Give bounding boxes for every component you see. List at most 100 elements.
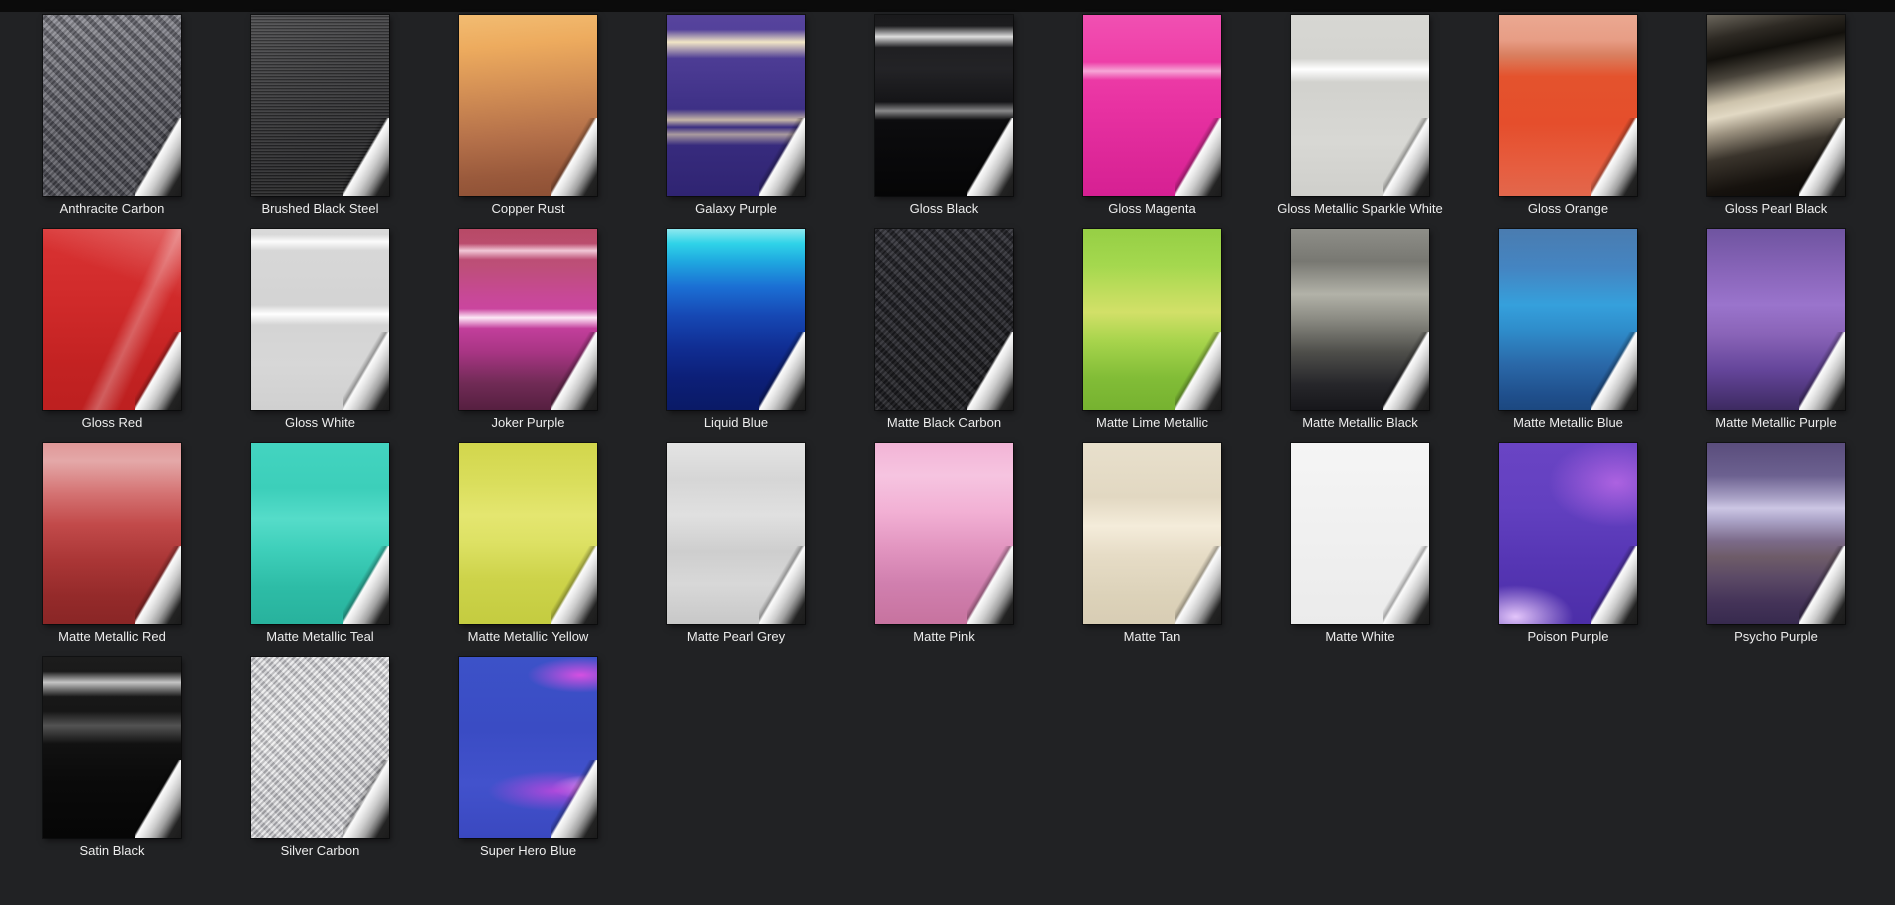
swatch-cell: Galaxy Purple	[667, 15, 805, 217]
swatch-cell: Matte White	[1291, 443, 1429, 645]
swatch-label: Anthracite Carbon	[60, 201, 165, 217]
swatch-gloss-white[interactable]	[251, 229, 389, 410]
swatch-matte-metallic-purple[interactable]	[1707, 229, 1845, 410]
swatch-label: Poison Purple	[1528, 629, 1609, 645]
page-curl-icon	[1591, 118, 1637, 196]
page-curl-icon	[1383, 332, 1429, 410]
swatch-cell: Matte Pink	[875, 443, 1013, 645]
swatch-cell: Matte Black Carbon	[875, 229, 1013, 431]
page-curl-icon	[551, 118, 597, 196]
swatch-brushed-black-steel[interactable]	[251, 15, 389, 196]
swatch-gloss-orange[interactable]	[1499, 15, 1637, 196]
swatch-cell: Super Hero Blue	[459, 657, 597, 859]
swatch-cell: Silver Carbon	[251, 657, 389, 859]
swatch-label: Matte Metallic Black	[1302, 415, 1418, 431]
page-curl-icon	[343, 546, 389, 624]
page-curl-icon	[967, 546, 1013, 624]
swatch-cell: Gloss White	[251, 229, 389, 431]
swatch-label: Gloss White	[285, 415, 355, 431]
page-curl-icon	[551, 760, 597, 838]
swatch-cell: Poison Purple	[1499, 443, 1637, 645]
swatch-matte-lime-metallic[interactable]	[1083, 229, 1221, 410]
swatch-label: Matte Lime Metallic	[1096, 415, 1208, 431]
swatch-cell: Gloss Black	[875, 15, 1013, 217]
swatch-matte-metallic-teal[interactable]	[251, 443, 389, 624]
page-curl-icon	[135, 546, 181, 624]
swatch-cell: Gloss Orange	[1499, 15, 1637, 217]
swatch-satin-black[interactable]	[43, 657, 181, 838]
page-curl-icon	[1591, 332, 1637, 410]
page-curl-icon	[1175, 546, 1221, 624]
swatch-poison-purple[interactable]	[1499, 443, 1637, 624]
swatch-matte-metallic-red[interactable]	[43, 443, 181, 624]
swatch-matte-pink[interactable]	[875, 443, 1013, 624]
page-curl-icon	[1799, 118, 1845, 196]
swatch-matte-metallic-black[interactable]	[1291, 229, 1429, 410]
page-curl-icon	[135, 760, 181, 838]
swatch-gloss-pearl-black[interactable]	[1707, 15, 1845, 196]
swatch-grid: Anthracite Carbon Brushed Black Steel Co…	[0, 12, 1895, 859]
swatch-anthracite-carbon[interactable]	[43, 15, 181, 196]
swatch-cell: Psycho Purple	[1707, 443, 1845, 645]
page-curl-icon	[1799, 546, 1845, 624]
swatch-cell: Matte Metallic Red	[43, 443, 181, 645]
swatch-matte-metallic-blue[interactable]	[1499, 229, 1637, 410]
swatch-gloss-black[interactable]	[875, 15, 1013, 196]
swatch-cell: Matte Metallic Teal	[251, 443, 389, 645]
swatch-cell: Matte Tan	[1083, 443, 1221, 645]
swatch-label: Matte Metallic Red	[58, 629, 166, 645]
swatch-label: Gloss Orange	[1528, 201, 1608, 217]
swatch-label: Gloss Magenta	[1108, 201, 1195, 217]
swatch-label: Matte Metallic Yellow	[468, 629, 589, 645]
swatch-joker-purple[interactable]	[459, 229, 597, 410]
swatch-label: Matte Pearl Grey	[687, 629, 785, 645]
swatch-label: Matte Tan	[1124, 629, 1181, 645]
swatch-label: Psycho Purple	[1734, 629, 1818, 645]
swatch-label: Galaxy Purple	[695, 201, 777, 217]
swatch-label: Gloss Black	[910, 201, 979, 217]
swatch-matte-white[interactable]	[1291, 443, 1429, 624]
swatch-matte-pearl-grey[interactable]	[667, 443, 805, 624]
swatch-copper-rust[interactable]	[459, 15, 597, 196]
page-curl-icon	[759, 332, 805, 410]
swatch-cell: Matte Metallic Purple	[1707, 229, 1845, 431]
swatch-cell: Joker Purple	[459, 229, 597, 431]
swatch-label: Super Hero Blue	[480, 843, 576, 859]
swatch-gloss-red[interactable]	[43, 229, 181, 410]
swatch-cell: Liquid Blue	[667, 229, 805, 431]
swatch-matte-black-carbon[interactable]	[875, 229, 1013, 410]
swatch-cell: Matte Lime Metallic	[1083, 229, 1221, 431]
swatch-liquid-blue[interactable]	[667, 229, 805, 410]
swatch-cell: Matte Metallic Blue	[1499, 229, 1637, 431]
swatch-matte-tan[interactable]	[1083, 443, 1221, 624]
swatch-cell: Gloss Magenta	[1083, 15, 1221, 217]
page-curl-icon	[551, 546, 597, 624]
top-bar	[0, 0, 1895, 12]
page-curl-icon	[135, 332, 181, 410]
page-curl-icon	[759, 118, 805, 196]
swatch-label: Matte Metallic Teal	[266, 629, 373, 645]
swatch-gloss-metallic-sparkle-white[interactable]	[1291, 15, 1429, 196]
swatch-label: Silver Carbon	[281, 843, 360, 859]
swatch-label: Satin Black	[79, 843, 144, 859]
swatch-galaxy-purple[interactable]	[667, 15, 805, 196]
swatch-label: Copper Rust	[492, 201, 565, 217]
page-curl-icon	[135, 118, 181, 196]
swatch-silver-carbon[interactable]	[251, 657, 389, 838]
page-curl-icon	[1799, 332, 1845, 410]
swatch-matte-metallic-yellow[interactable]	[459, 443, 597, 624]
page-curl-icon	[343, 332, 389, 410]
page-curl-icon	[967, 332, 1013, 410]
swatch-cell: Copper Rust	[459, 15, 597, 217]
swatch-label: Gloss Red	[82, 415, 143, 431]
swatch-label: Brushed Black Steel	[261, 201, 378, 217]
swatch-label: Joker Purple	[492, 415, 565, 431]
swatch-cell: Anthracite Carbon	[43, 15, 181, 217]
swatch-psycho-purple[interactable]	[1707, 443, 1845, 624]
swatch-gloss-magenta[interactable]	[1083, 15, 1221, 196]
swatch-super-hero-blue[interactable]	[459, 657, 597, 838]
page-curl-icon	[551, 332, 597, 410]
swatch-cell: Gloss Metallic Sparkle White	[1291, 15, 1429, 217]
swatch-label: Matte Pink	[913, 629, 974, 645]
swatch-label: Liquid Blue	[704, 415, 768, 431]
